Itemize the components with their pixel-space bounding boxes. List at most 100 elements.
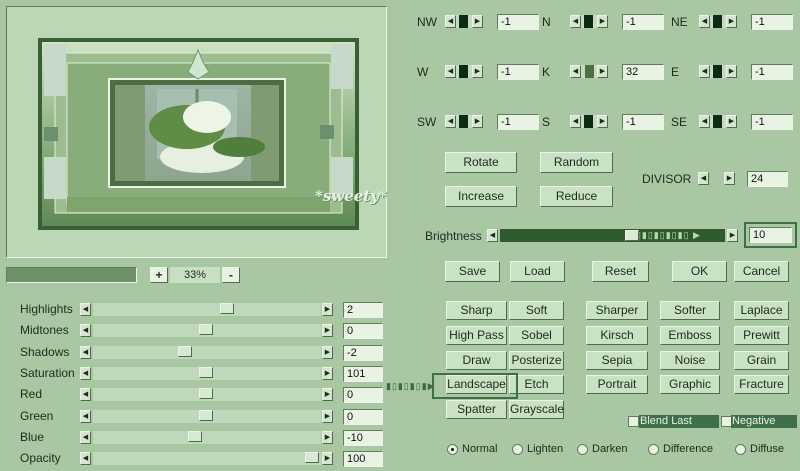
divisor-spinner[interactable] [709, 172, 721, 185]
saturation-left-icon[interactable]: ◀ [80, 366, 91, 380]
red-left-icon[interactable]: ◀ [80, 388, 91, 402]
rotate-button[interactable]: Rotate [445, 152, 517, 173]
blue-right-icon[interactable]: ▶ [322, 430, 333, 444]
preset-sepia-button[interactable]: Sepia [586, 350, 648, 370]
preset-spatter-button[interactable]: Spatter [446, 400, 507, 420]
matrix-sw-spinner[interactable] [456, 115, 472, 128]
preset-emboss-button[interactable]: Emboss [660, 325, 720, 345]
opacity-right-icon[interactable]: ▶ [322, 452, 333, 466]
matrix-ne-spinner[interactable] [710, 15, 726, 28]
red-thumb[interactable] [199, 388, 213, 400]
matrix-k-decrease-icon[interactable]: ◀ [570, 65, 581, 78]
blend-last-checkbox[interactable] [628, 416, 639, 427]
red-field[interactable]: 0 [343, 387, 383, 404]
preset-fracture-button[interactable]: Fracture [734, 375, 789, 395]
green-right-icon[interactable]: ▶ [322, 409, 333, 423]
brightness-left-icon[interactable]: ◀ [487, 229, 498, 242]
opacity-thumb[interactable] [305, 452, 319, 464]
matrix-sw-knob[interactable] [459, 115, 468, 128]
shadows-right-icon[interactable]: ▶ [322, 345, 333, 359]
matrix-w-field[interactable]: -1 [497, 64, 539, 80]
matrix-s-field[interactable]: -1 [622, 114, 664, 130]
highlights-track[interactable] [93, 303, 321, 316]
matrix-k-knob[interactable] [585, 65, 594, 78]
midtones-thumb[interactable] [199, 324, 213, 336]
opacity-field[interactable]: 100 [343, 451, 383, 468]
matrix-n-knob[interactable] [584, 15, 593, 28]
preset-grayscale-button[interactable]: Grayscale [509, 400, 564, 420]
blue-thumb[interactable] [188, 430, 202, 442]
matrix-se-decrease-icon[interactable]: ◀ [699, 115, 710, 128]
highlights-field[interactable]: 2 [343, 302, 383, 318]
preset-portrait-button[interactable]: Portrait [586, 375, 648, 395]
midtones-field[interactable]: 0 [343, 323, 383, 340]
preset-posterize-button[interactable]: Posterize [509, 350, 564, 370]
preset-sharp-button[interactable]: Sharp [446, 301, 507, 320]
reduce-button[interactable]: Reduce [540, 186, 613, 207]
matrix-nw-field[interactable]: -1 [497, 14, 539, 30]
matrix-k-field[interactable]: 32 [622, 64, 664, 80]
matrix-sw-decrease-icon[interactable]: ◀ [445, 115, 456, 128]
mode-difference-radio[interactable] [648, 444, 659, 455]
matrix-se-spinner[interactable] [710, 115, 726, 128]
divisor-decrease-icon[interactable]: ◀ [698, 172, 709, 185]
highlights-left-icon[interactable]: ◀ [80, 303, 91, 316]
matrix-se-field[interactable]: -1 [751, 114, 793, 130]
matrix-n-field[interactable]: -1 [622, 14, 664, 30]
shadows-track[interactable] [93, 345, 321, 359]
matrix-w-spinner[interactable] [456, 65, 472, 78]
red-track[interactable] [93, 388, 321, 402]
red-right-icon[interactable]: ▶ [322, 388, 333, 402]
highlights-thumb[interactable] [220, 303, 234, 314]
brightness-right-icon[interactable]: ▶ [727, 229, 738, 242]
matrix-se-increase-icon[interactable]: ▶ [726, 115, 737, 128]
matrix-e-field[interactable]: -1 [751, 64, 793, 80]
ok-button[interactable]: OK [672, 261, 727, 282]
matrix-se-knob[interactable] [713, 115, 722, 128]
matrix-w-increase-icon[interactable]: ▶ [472, 65, 483, 78]
preset-laplace-button[interactable]: Laplace [734, 301, 789, 320]
increase-button[interactable]: Increase [445, 186, 517, 207]
matrix-s-knob[interactable] [584, 115, 593, 128]
mode-diffuse-radio[interactable] [735, 444, 746, 455]
preset-noise-button[interactable]: Noise [660, 350, 720, 370]
opacity-left-icon[interactable]: ◀ [80, 452, 91, 466]
matrix-e-increase-icon[interactable]: ▶ [726, 65, 737, 78]
midtones-left-icon[interactable]: ◀ [80, 324, 91, 338]
matrix-nw-increase-icon[interactable]: ▶ [472, 15, 483, 28]
divisor-field[interactable]: 24 [747, 171, 788, 187]
zoom-in-button[interactable]: + [150, 267, 168, 283]
divisor-increase-icon[interactable]: ▶ [724, 172, 735, 185]
cancel-button[interactable]: Cancel [734, 261, 789, 282]
zoom-out-button[interactable]: - [222, 267, 240, 283]
midtones-track[interactable] [93, 324, 321, 338]
matrix-ne-increase-icon[interactable]: ▶ [726, 15, 737, 28]
matrix-n-decrease-icon[interactable]: ◀ [570, 15, 581, 28]
saturation-field[interactable]: 101 [343, 365, 383, 382]
matrix-ne-decrease-icon[interactable]: ◀ [699, 15, 710, 28]
matrix-k-spinner[interactable] [581, 65, 597, 78]
green-left-icon[interactable]: ◀ [80, 409, 91, 423]
matrix-n-increase-icon[interactable]: ▶ [597, 15, 608, 28]
green-thumb[interactable] [199, 409, 213, 421]
preset-grain-button[interactable]: Grain [734, 350, 789, 370]
blue-field[interactable]: -10 [343, 429, 383, 446]
mode-lighten-radio[interactable] [512, 444, 523, 455]
midtones-right-icon[interactable]: ▶ [322, 324, 333, 338]
matrix-ne-knob[interactable] [713, 15, 722, 28]
opacity-track[interactable] [93, 452, 321, 466]
preset-sobel-button[interactable]: Sobel [509, 325, 564, 345]
preset-kirsch-button[interactable]: Kirsch [586, 325, 648, 345]
preset-draw-button[interactable]: Draw [446, 350, 507, 370]
mode-normal-radio[interactable] [447, 444, 458, 455]
preset-high-pass-button[interactable]: High Pass [446, 325, 507, 345]
saturation-thumb[interactable] [199, 366, 213, 378]
matrix-k-increase-icon[interactable]: ▶ [597, 65, 608, 78]
matrix-w-knob[interactable] [459, 65, 468, 78]
matrix-e-spinner[interactable] [710, 65, 726, 78]
green-track[interactable] [93, 409, 321, 423]
blue-track[interactable] [93, 430, 321, 444]
matrix-nw-decrease-icon[interactable]: ◀ [445, 15, 456, 28]
matrix-sw-field[interactable]: -1 [497, 114, 539, 130]
preset-prewitt-button[interactable]: Prewitt [734, 325, 789, 345]
